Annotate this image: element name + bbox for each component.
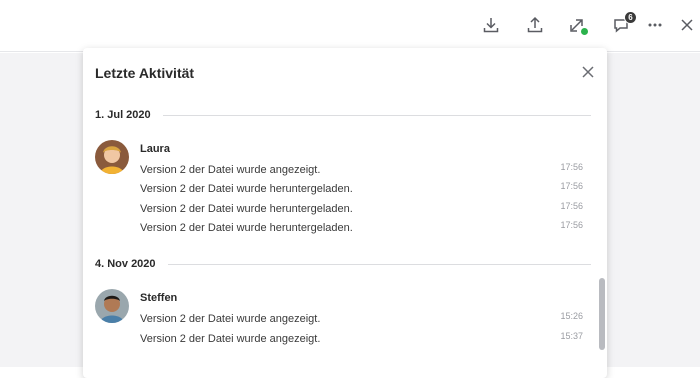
share-icon[interactable] xyxy=(566,14,588,36)
date-label: 1. Jul 2020 xyxy=(95,109,151,121)
date-separator: 4. Nov 2020 xyxy=(95,256,591,272)
panel-title: Letzte Aktivität xyxy=(95,65,195,81)
activity-text: Version 2 der Datei wurde angezeigt. xyxy=(140,313,321,325)
divider xyxy=(162,114,591,116)
status-dot xyxy=(581,28,588,35)
activity-time: 17:56 xyxy=(560,162,583,172)
activity-text: Version 2 der Datei wurde heruntergelade… xyxy=(140,183,353,195)
activity-time: 15:37 xyxy=(560,331,583,341)
activity-time: 15:26 xyxy=(560,311,583,321)
date-label: 4. Nov 2020 xyxy=(95,258,156,270)
scrollbar[interactable] xyxy=(597,108,607,378)
activity-text: Version 2 der Datei wurde angezeigt. xyxy=(140,164,321,176)
activity-text: Version 2 der Datei wurde angezeigt. xyxy=(140,333,321,345)
activity-panel: Letzte Aktivität 1. Jul 2020 Laura Versi… xyxy=(83,48,607,378)
activity-time: 17:56 xyxy=(560,220,583,230)
close-icon[interactable] xyxy=(676,14,698,36)
user-name: Laura xyxy=(140,143,170,155)
panel-close-icon[interactable] xyxy=(581,65,595,79)
top-toolbar: 6 xyxy=(0,0,700,52)
avatar-steffen xyxy=(95,289,129,323)
activity-time: 17:56 xyxy=(560,201,583,211)
divider xyxy=(167,263,591,265)
comments-icon[interactable]: 6 xyxy=(610,11,637,36)
user-name: Steffen xyxy=(140,292,178,304)
date-separator: 1. Jul 2020 xyxy=(95,107,591,123)
upload-icon[interactable] xyxy=(524,14,546,36)
activity-text: Version 2 der Datei wurde heruntergelade… xyxy=(140,222,353,234)
comments-count-badge: 6 xyxy=(624,11,637,24)
more-icon[interactable] xyxy=(644,14,666,36)
scrollbar-thumb[interactable] xyxy=(599,278,605,350)
avatar-laura xyxy=(95,140,129,174)
download-icon[interactable] xyxy=(480,14,502,36)
activity-text: Version 2 der Datei wurde heruntergelade… xyxy=(140,203,353,215)
activity-time: 17:56 xyxy=(560,181,583,191)
